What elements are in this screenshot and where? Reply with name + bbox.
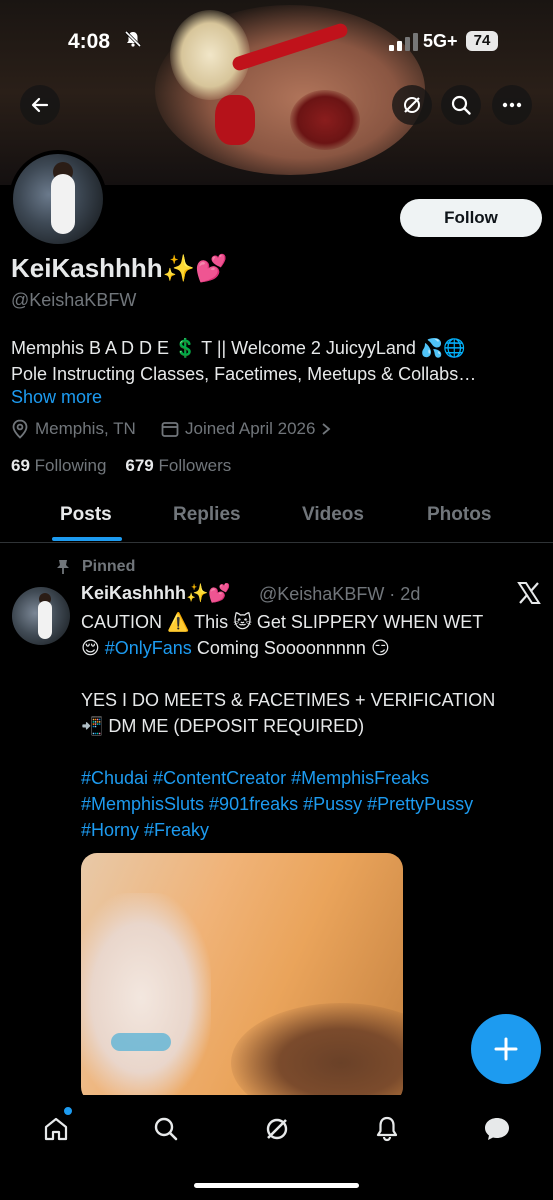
signal-icon bbox=[389, 33, 418, 51]
avatar-shape bbox=[51, 174, 75, 234]
home-indicator bbox=[194, 1183, 359, 1188]
post-line: 😌 #OnlyFans Coming Soooonnnnn 😏 bbox=[81, 635, 541, 661]
status-time: 4:08 bbox=[68, 30, 111, 53]
profile-location: Memphis, TN bbox=[11, 419, 136, 439]
pin-icon bbox=[57, 560, 69, 574]
battery-indicator: 74 bbox=[466, 31, 498, 51]
location-text: Memphis, TN bbox=[35, 419, 136, 438]
active-tab-indicator bbox=[52, 537, 122, 541]
grok-icon bbox=[404, 97, 420, 113]
location-pin-icon bbox=[12, 419, 28, 439]
followers-link[interactable]: 679 Followers bbox=[125, 456, 231, 475]
tab-posts[interactable]: Posts bbox=[60, 504, 112, 526]
notification-dot bbox=[62, 1105, 74, 1117]
mute-bell-icon bbox=[124, 30, 142, 53]
post-line: 📲 DM ME (DEPOSIT REQUIRED) bbox=[81, 716, 365, 736]
more-button[interactable] bbox=[492, 85, 532, 125]
bell-icon bbox=[376, 1116, 398, 1142]
bio-line: Memphis B A D D E 💲 T || Welcome 2 Juicy… bbox=[11, 338, 466, 358]
banner-shape bbox=[215, 95, 255, 145]
emoji-text: 😌 bbox=[81, 638, 105, 658]
x-logo-icon bbox=[517, 582, 541, 604]
show-more-link[interactable]: Show more bbox=[11, 387, 102, 408]
profile-tabs: Posts Replies Videos Photos bbox=[0, 492, 553, 543]
tab-replies[interactable]: Replies bbox=[173, 504, 241, 526]
back-arrow-icon bbox=[31, 97, 49, 113]
profile-bio: Memphis B A D D E 💲 T || Welcome 2 Juicy… bbox=[11, 335, 541, 387]
media-shape bbox=[81, 893, 211, 1103]
back-button[interactable] bbox=[20, 85, 60, 125]
pinned-label: Pinned bbox=[82, 558, 136, 575]
post-author-handle-time: @KeishaKBFW · 2d bbox=[259, 584, 421, 604]
hashtag-link[interactable]: #OnlyFans bbox=[105, 638, 192, 658]
post-author-avatar[interactable] bbox=[12, 587, 70, 645]
post-line: YES I DO MEETS & FACETIMES + VERIFICATIO… bbox=[81, 690, 496, 710]
following-link[interactable]: 69 Following bbox=[11, 456, 106, 475]
bio-line: Pole Instructing Classes, Facetimes, Mee… bbox=[11, 364, 477, 384]
nav-notifications[interactable] bbox=[367, 1109, 407, 1149]
nav-messages[interactable] bbox=[477, 1109, 517, 1149]
media-shape bbox=[111, 1033, 171, 1051]
compose-button[interactable] bbox=[471, 1014, 541, 1084]
profile-joined[interactable]: Joined April 2026 bbox=[161, 419, 331, 439]
profile-display-name: KeiKashhhh✨💕 bbox=[11, 253, 228, 283]
avatar-shape bbox=[38, 601, 52, 639]
tab-videos[interactable]: Videos bbox=[302, 504, 364, 526]
hashtag-line[interactable]: #Chudai #ContentCreator #MemphisFreaks bbox=[81, 765, 541, 791]
network-label: 5G+ bbox=[423, 31, 458, 51]
profile-avatar[interactable] bbox=[9, 150, 107, 248]
post-text-fragment: Coming Soooonnnnn 😏 bbox=[191, 638, 390, 658]
grok-button[interactable] bbox=[392, 85, 432, 125]
nav-search[interactable] bbox=[146, 1109, 186, 1149]
post-author-name[interactable]: KeiKashhhh✨💕 bbox=[81, 583, 231, 604]
search-icon bbox=[154, 1117, 178, 1141]
following-count: 69 bbox=[11, 456, 30, 475]
hashtag-line[interactable]: #MemphisSluts #901freaks #Pussy #PrettyP… bbox=[81, 791, 541, 817]
calendar-icon bbox=[161, 422, 179, 437]
banner-shape bbox=[170, 10, 250, 100]
profile-handle: @KeishaKBFW bbox=[11, 290, 137, 310]
joined-text: Joined April 2026 bbox=[185, 419, 316, 438]
search-button[interactable] bbox=[441, 85, 481, 125]
plus-icon bbox=[494, 1037, 518, 1061]
post-text: CAUTION ⚠️ This 🐱 Get SLIPPERY WHEN WET … bbox=[81, 609, 541, 843]
grok-icon bbox=[266, 1118, 288, 1140]
follow-button[interactable]: Follow bbox=[400, 199, 542, 237]
followers-count: 679 bbox=[125, 456, 154, 475]
nav-grok[interactable] bbox=[257, 1109, 297, 1149]
profile-counts: 69 Following 679 Followers bbox=[11, 456, 231, 476]
chat-bubble-icon bbox=[485, 1118, 509, 1140]
hashtag-line[interactable]: #Horny #Freaky bbox=[81, 817, 541, 843]
post-line: CAUTION ⚠️ This 🐱 Get SLIPPERY WHEN WET bbox=[81, 612, 484, 632]
post-media[interactable] bbox=[81, 853, 403, 1103]
home-icon bbox=[44, 1117, 68, 1141]
tab-photos[interactable]: Photos bbox=[427, 504, 491, 526]
search-icon bbox=[451, 95, 471, 115]
followers-label: Followers bbox=[158, 456, 232, 475]
chevron-right-icon bbox=[322, 423, 331, 435]
following-label: Following bbox=[34, 456, 107, 475]
media-shape bbox=[231, 1003, 403, 1103]
banner-shape bbox=[290, 90, 360, 150]
more-icon bbox=[502, 102, 522, 108]
